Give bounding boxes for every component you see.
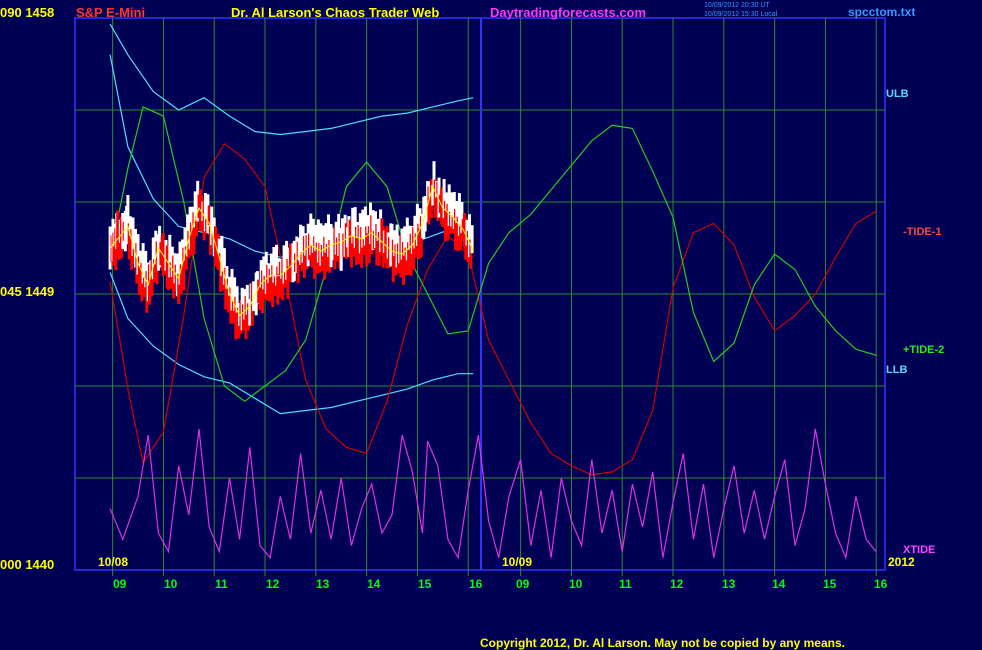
file-name: spcctom.txt: [848, 5, 916, 19]
copyright: Copyright 2012, Dr. Al Larson. May not b…: [480, 636, 845, 650]
y-label-bottom: 000 1440: [0, 557, 55, 572]
chart-svg: [0, 0, 982, 650]
x-tick-label: 16: [874, 577, 888, 591]
x-tick-label: 15: [418, 577, 432, 591]
y-label-middle: 045 1449: [0, 284, 55, 299]
timestamp-ut: 10/09/2012 20:30 UT: [704, 2, 770, 9]
x-tick-label: 09: [516, 577, 530, 591]
x-tick-label: 12: [266, 577, 280, 591]
timestamp-local: 10/09/2012 15:30 Local: [704, 11, 778, 18]
date-label-right: 10/09: [502, 555, 533, 569]
label-ulb: ULB: [886, 88, 909, 100]
site-link[interactable]: Daytradingforecasts.com: [490, 5, 646, 20]
label-tide2: +TIDE-2: [903, 344, 945, 356]
x-tick-label: 15: [823, 577, 837, 591]
x-tick-label: 13: [722, 577, 736, 591]
x-tick-label: 14: [772, 577, 786, 591]
label-llb: LLB: [886, 364, 908, 376]
x-tick-label: 09: [113, 577, 127, 591]
x-tick-label: 16: [469, 577, 483, 591]
y-label-top: 090 1458: [0, 5, 55, 20]
author-title: Dr. Al Larson's Chaos Trader Web: [231, 5, 440, 20]
x-tick-label: 12: [670, 577, 684, 591]
x-tick-label: 10: [164, 577, 178, 591]
x-tick-label: 13: [316, 577, 330, 591]
chart-background: [0, 0, 982, 650]
symbol-title: S&P E-Mini: [76, 5, 146, 20]
x-tick-label: 11: [215, 577, 228, 591]
date-label-left: 10/08: [98, 555, 129, 569]
x-tick-label: 14: [367, 577, 381, 591]
year-label: 2012: [888, 555, 915, 569]
x-tick-label: 10: [569, 577, 583, 591]
label-tide1: -TIDE-1: [903, 226, 942, 238]
x-tick-label: 11: [619, 577, 632, 591]
